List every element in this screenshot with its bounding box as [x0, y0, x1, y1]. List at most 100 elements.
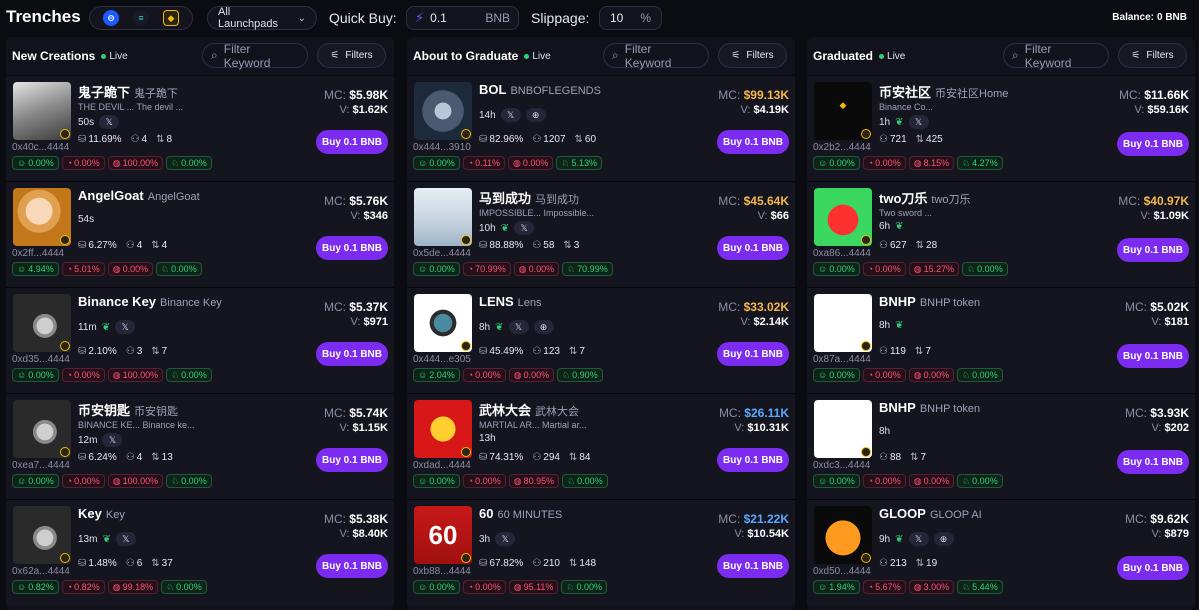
buy-button[interactable]: Buy 0.1 BNB — [1117, 344, 1189, 368]
top10-chip-value: 0.00% — [429, 476, 455, 486]
buy-button[interactable]: Buy 0.1 BNB — [316, 130, 388, 154]
filter-keyword-input[interactable]: ⌕ Filter Keyword — [603, 42, 709, 70]
quick-buy-input[interactable]: ⚡ 0.1 BNB — [406, 6, 519, 30]
token-address[interactable]: 0xb88...4444 — [413, 566, 471, 577]
x-link-icon[interactable]: 𝕏 — [908, 532, 929, 546]
token-address[interactable]: 0xa86...4444 — [813, 248, 871, 259]
launchpad-dropdown[interactable]: All Launchpads ⌄ — [207, 6, 317, 30]
filters-button[interactable]: ⚟ Filters — [718, 43, 787, 68]
x-link-icon[interactable]: 𝕏 — [908, 115, 929, 129]
buy-button[interactable]: Buy 0.1 BNB — [1117, 238, 1189, 262]
token-card[interactable]: 0x444...3910 BOL BNBOFLEGENDS 14h 𝕏 ⊕ ⛁ 82.96% ⚇… — [407, 75, 795, 181]
token-address[interactable]: 0x40c...4444 — [12, 142, 69, 153]
token-card[interactable]: 0xdc3...4444 BNHP BNHP token 8h ⚇ 88 ⇅ 7 ☺ 0.00% ◔… — [807, 393, 1195, 499]
token-address[interactable]: 0x444...3910 — [413, 142, 471, 153]
token-image[interactable] — [814, 506, 872, 564]
token-card[interactable]: 0xa86...4444 two刀乐 two刀乐 Two sword ... 6h ❦ ⚇ 6… — [807, 181, 1195, 287]
transactions-icon: ⇅ — [151, 558, 160, 569]
token-image[interactable] — [13, 400, 71, 458]
buy-button[interactable]: Buy 0.1 BNB — [717, 554, 789, 578]
filters-button[interactable]: ⚟ Filters — [1118, 43, 1187, 68]
buy-button[interactable]: Buy 0.1 BNB — [717, 342, 789, 366]
token-card[interactable]: 0xea7...4444 币安钥匙 币安钥匙 BINANCE KE... Binanc… — [6, 393, 394, 499]
token-full-name: 武林大会 — [535, 406, 580, 418]
buy-button[interactable]: Buy 0.1 BNB — [316, 554, 388, 578]
leaf-icon: ❦ — [895, 116, 904, 128]
holders-count: ⚇ 6 — [126, 558, 143, 569]
globe-icon[interactable]: ⊕ — [933, 532, 954, 546]
token-address[interactable]: 0xd35...4444 — [12, 354, 70, 365]
token-address[interactable]: 0xd50...4444 — [813, 566, 871, 577]
token-image[interactable]: 60 — [414, 506, 472, 564]
token-address[interactable]: 0x62a...4444 — [12, 566, 70, 577]
token-address[interactable]: 0xdad...4444 — [413, 460, 471, 471]
x-link-icon[interactable]: 𝕏 — [508, 320, 529, 334]
top10-chip: ☺ 0.00% — [413, 262, 460, 276]
buy-button[interactable]: Buy 0.1 BNB — [316, 342, 388, 366]
token-image[interactable] — [13, 188, 71, 246]
token-card[interactable]: 0xd35...4444 Binance Key Binance Key 11m ❦ 𝕏 ⛁… — [6, 287, 394, 393]
token-address[interactable]: 0xea7...4444 — [12, 460, 70, 471]
filter-keyword-input[interactable]: ⌕ Filter Keyword — [202, 42, 308, 70]
buy-button[interactable]: Buy 0.1 BNB — [717, 130, 789, 154]
ethereum-icon[interactable]: ⊖ — [103, 10, 119, 26]
token-stats: ⛁ 6.27% ⚇ 4 ⇅ 4 — [78, 240, 167, 251]
token-card[interactable]: 60 0xb88...4444 60 60 MINUTES 3h 𝕏 ⛁ 67.82% ⚇ 210… — [407, 499, 795, 605]
token-card[interactable]: 0x5de...4444 马到成功 马到成功 IMPOSSIBLE... Imposs… — [407, 181, 795, 287]
token-card[interactable]: 0x2ff...4444 AngelGoat AngelGoat 54s ⛁ 6.27% ⚇… — [6, 181, 394, 287]
bnb-icon[interactable]: ◆ — [163, 10, 179, 26]
token-image[interactable] — [414, 188, 472, 246]
filters-button[interactable]: ⚟ Filters — [317, 43, 386, 68]
x-link-icon[interactable]: 𝕏 — [115, 532, 136, 546]
token-card[interactable]: 0xdad...4444 武林大会 武林大会 MARTIAL AR... Martia… — [407, 393, 795, 499]
x-link-icon[interactable]: 𝕏 — [514, 221, 535, 235]
token-address[interactable]: 0x444...e305 — [413, 354, 471, 365]
bnb-badge-icon — [60, 341, 70, 351]
transactions-count-value: 4 — [161, 240, 168, 251]
x-link-icon[interactable]: 𝕏 — [102, 433, 123, 447]
buy-button[interactable]: Buy 0.1 BNB — [1117, 132, 1189, 156]
buy-button[interactable]: Buy 0.1 BNB — [1117, 556, 1189, 580]
token-card[interactable]: 0x62a...4444 Key Key 13m ❦ 𝕏 ⛁ 1.48% ⚇ 6 ⇅ 37 ☺ 0.82%… — [6, 499, 394, 605]
token-card[interactable]: 0x87a...4444 BNHP BNHP token 8h ❦ ⚇ 119 ⇅ 7 ☺ 0.00… — [807, 287, 1195, 393]
token-image[interactable] — [13, 82, 71, 140]
buy-button[interactable]: Buy 0.1 BNB — [316, 448, 388, 472]
x-link-icon[interactable]: 𝕏 — [500, 108, 521, 122]
globe-icon[interactable]: ⊕ — [533, 320, 554, 334]
token-address[interactable]: 0xdc3...4444 — [813, 460, 870, 471]
dev-icon: ◔ — [867, 264, 874, 274]
holders-icon: ⚇ — [879, 240, 888, 251]
token-image[interactable] — [814, 294, 872, 352]
token-address[interactable]: 0x2b2...4444 — [813, 142, 871, 153]
token-image[interactable] — [414, 294, 472, 352]
token-image[interactable] — [814, 188, 872, 246]
solana-icon[interactable]: ≡ — [133, 10, 149, 26]
token-image[interactable] — [13, 294, 71, 352]
token-card[interactable]: 0x40c...4444 鬼子跪下 鬼子跪下 THE DEVIL ... The de… — [6, 75, 394, 181]
token-card[interactable]: 0xd50...4444 GLOOP GLOOP AI 9h ❦ 𝕏 ⊕ ⚇ 213 ⇅ 19 ☺ 1.… — [807, 499, 1195, 605]
x-link-icon[interactable]: 𝕏 — [495, 532, 516, 546]
buy-button[interactable]: Buy 0.1 BNB — [717, 236, 789, 260]
token-image[interactable] — [814, 400, 872, 458]
token-address[interactable]: 0x2ff...4444 — [12, 248, 64, 259]
token-address[interactable]: 0x87a...4444 — [813, 354, 871, 365]
token-card[interactable]: ◆ 0x2b2...4444 币安社区 币安社区Home Binance Co... 1h… — [807, 75, 1195, 181]
top10-chip: ☺ 0.00% — [12, 156, 59, 170]
token-image[interactable] — [414, 400, 472, 458]
token-address[interactable]: 0x5de...4444 — [413, 248, 471, 259]
token-image[interactable]: ◆ — [814, 82, 872, 140]
chain-selector[interactable]: ⊖ ≡ ◆ — [89, 6, 193, 30]
buy-button[interactable]: Buy 0.1 BNB — [717, 448, 789, 472]
token-image[interactable] — [13, 506, 71, 564]
globe-icon[interactable]: ⊕ — [525, 108, 546, 122]
buy-button[interactable]: Buy 0.1 BNB — [316, 236, 388, 260]
token-card[interactable]: 0x444...e305 LENS Lens 8h ❦ 𝕏 ⊕ ⛁ 45.49% ⚇ 123 ⇅ 7 ☺ 2… — [407, 287, 795, 393]
token-image[interactable] — [414, 82, 472, 140]
slippage-input[interactable]: 10 % — [599, 6, 662, 30]
top10-icon: ☺ — [418, 476, 428, 486]
x-link-icon[interactable]: 𝕏 — [99, 115, 120, 129]
x-link-icon[interactable]: 𝕏 — [115, 320, 136, 334]
snipers-chip: ◍ 100.00% — [107, 474, 164, 488]
filter-keyword-input[interactable]: ⌕ Filter Keyword — [1003, 42, 1109, 70]
buy-button[interactable]: Buy 0.1 BNB — [1117, 450, 1189, 474]
